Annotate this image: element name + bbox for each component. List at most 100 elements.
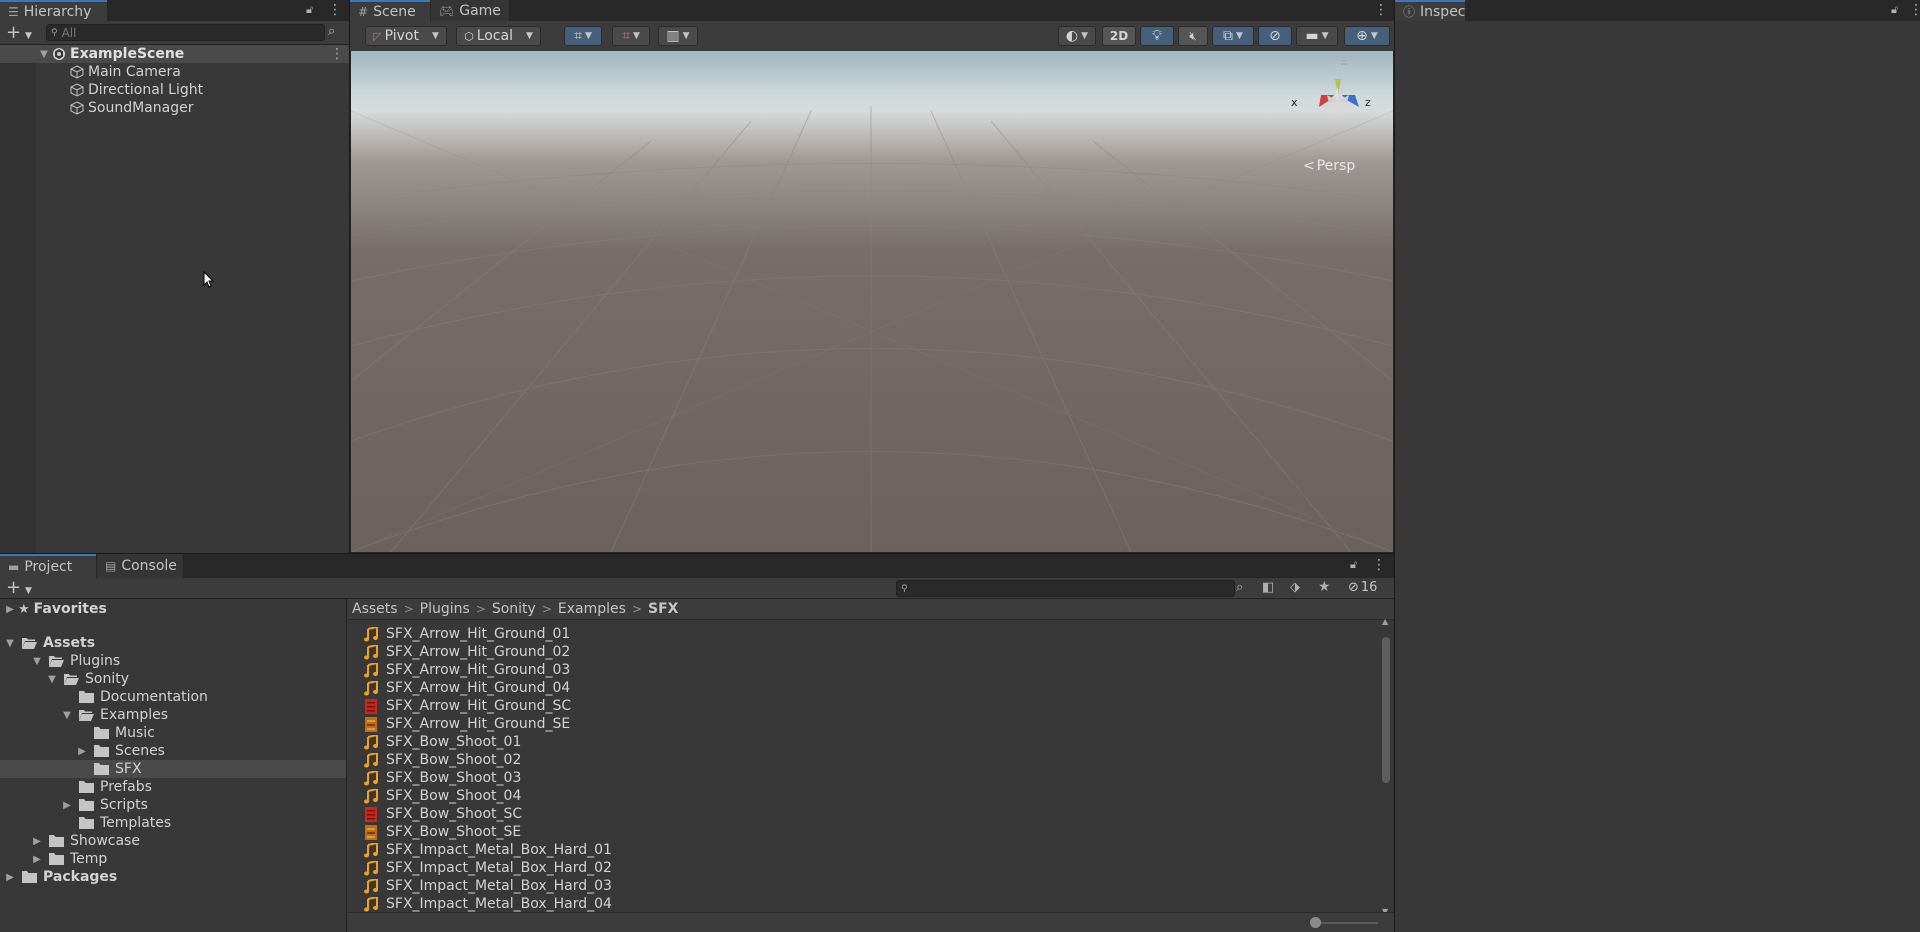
folder-row[interactable]: Music [0,724,346,742]
tab-hierarchy[interactable]: ☰ Hierarchy [0,0,107,21]
chevron-down-icon[interactable]: ▼ [25,582,32,597]
folder-row[interactable]: Documentation [0,688,346,706]
scene-more-icon[interactable]: ⋮ [330,46,344,62]
scene-viewport[interactable]: y x z < Persp [351,51,1393,552]
breadcrumb-separator: > [403,602,414,616]
folder-row[interactable]: ▼ Sonity [0,670,346,688]
breadcrumb-item[interactable]: Assets [352,601,398,617]
lock-icon[interactable]: 🔓︎ [1891,3,1898,17]
folder-row[interactable]: ▶ Scenes [0,742,346,760]
scrollbar-thumb[interactable] [1382,637,1390,783]
favorites-row[interactable]: ▶ ★ Favorites [0,600,346,618]
expand-arrow-icon[interactable]: ▶ [4,872,16,883]
more-options-icon[interactable]: ⋮ [1372,557,1386,573]
folder-row[interactable]: SFX [0,760,346,778]
file-row[interactable]: SFX_Impact_Metal_Box_Hard_01 [364,841,612,859]
search-placeholder: All [61,25,77,40]
favorite-star-icon[interactable]: ★ [1318,579,1331,595]
expand-arrow-icon[interactable]: ▼ [61,710,73,721]
gizmos-dropdown[interactable]: ⊕ ▼ [1344,26,1390,46]
assets-row[interactable]: ▼ Assets [0,634,346,652]
more-options-icon[interactable]: ⋮ [328,2,342,18]
scene-row[interactable]: ▼ ExampleScene ⋮ [0,45,349,63]
lighting-toggle[interactable]: 💡︎ [1140,26,1174,46]
filter-by-type-icon[interactable]: ◧ [1262,580,1274,595]
folder-label: SFX [115,761,142,777]
grid-snap-toggle[interactable]: ⌗ ▼ [564,26,602,46]
file-row[interactable]: SFX_Impact_Metal_Box_Hard_03 [364,877,612,895]
more-options-icon[interactable]: ⋮ [1374,2,1388,18]
expand-arrow-icon[interactable]: ▶ [61,800,73,811]
search-icon: ⚲ [51,27,58,38]
packages-row[interactable]: ▶ Packages [0,868,346,886]
expand-arrow-icon[interactable]: ▼ [46,674,58,685]
breadcrumb-item[interactable]: Examples [558,601,626,617]
folder-row[interactable]: ▶ Showcase [0,832,346,850]
search-filter-icon[interactable]: ⌕ [328,24,335,39]
create-icon[interactable]: + [6,577,21,598]
more-options-icon[interactable]: ⋮ [1909,2,1920,18]
pivot-dropdown[interactable]: ◸ Pivot ▼ [365,26,447,46]
label-tag-icon[interactable]: ⬗ [1290,580,1300,595]
audio-toggle[interactable]: 🔇︎ [1178,26,1208,46]
local-dropdown[interactable]: ⬡ Local ▼ [456,26,541,46]
folder-row[interactable]: ▶ Scripts [0,796,346,814]
folder-row[interactable]: Templates [0,814,346,832]
draw-mode-dropdown[interactable]: ◐ ▼ [1058,26,1096,46]
folder-row[interactable]: Prefabs [0,778,346,796]
file-row[interactable]: SFX_Impact_Metal_Box_Hard_02 [364,859,612,877]
breadcrumb-item[interactable]: SFX [648,601,678,617]
tab-inspector[interactable]: ⓘ Inspector [1395,0,1485,21]
tab-game[interactable]: 🎮︎ Game [431,0,509,21]
hierarchy-item[interactable]: Directional Light [0,81,349,99]
scroll-up-icon[interactable]: ▲ [1382,617,1388,626]
file-row[interactable]: SFX_Arrow_Hit_Ground_01 [364,625,570,643]
expand-arrow-icon[interactable]: ▼ [31,656,43,667]
hierarchy-item[interactable]: Main Camera [0,63,349,81]
expand-arrow-icon[interactable]: ▶ [31,854,43,865]
search-filter-icon[interactable]: ⌕ [1236,580,1243,595]
file-row[interactable]: SFX_Bow_Shoot_03 [364,769,521,787]
tab-project[interactable]: ▬ Project [0,554,96,578]
breadcrumb-item[interactable]: Plugins [420,601,470,617]
folder-row[interactable]: ▼ Examples [0,706,346,724]
expand-arrow-icon[interactable]: ▶ [76,746,88,757]
tab-scene[interactable]: # Scene [350,0,430,21]
expand-arrow-icon[interactable]: ▼ [38,49,50,60]
file-row[interactable]: SFX_Arrow_Hit_Ground_SC [364,697,571,715]
projection-toggle[interactable]: < Persp [1303,158,1355,174]
file-row[interactable]: SFX_Bow_Shoot_SC [364,805,522,823]
align-toggle[interactable]: ▥ ▼ [658,26,698,46]
expand-arrow-icon[interactable]: ▶ [4,604,16,615]
file-row[interactable]: SFX_Arrow_Hit_Ground_03 [364,661,570,679]
file-row[interactable]: SFX_Bow_Shoot_04 [364,787,521,805]
chevron-down-icon[interactable]: ▼ [25,27,32,42]
lock-icon[interactable]: 🔓︎ [306,3,313,17]
folder-row[interactable]: ▼ Plugins [0,652,346,670]
file-row[interactable]: SFX_Bow_Shoot_SE [364,823,521,841]
tab-console[interactable]: ▤ Console [97,554,183,578]
2d-toggle[interactable]: 2D [1102,26,1136,46]
hierarchy-search-input[interactable]: ⚲ All [46,24,325,41]
effects-dropdown[interactable]: ⧉ ▼ [1212,26,1254,46]
hierarchy-item[interactable]: SoundManager [0,99,349,117]
file-row[interactable]: SFX_Arrow_Hit_Ground_SE [364,715,570,733]
lock-icon[interactable]: 🔓︎ [1350,558,1357,572]
hidden-packages-toggle[interactable]: ⊘ 16 [1348,580,1377,595]
expand-arrow-icon[interactable]: ▶ [31,836,43,847]
increment-snap-toggle[interactable]: ⌗ ▼ [612,26,650,46]
file-row[interactable]: SFX_Arrow_Hit_Ground_02 [364,643,570,661]
hidden-objects-toggle[interactable]: ⊘ [1258,26,1292,46]
breadcrumb-item[interactable]: Sonity [492,601,536,617]
project-search-input[interactable]: ⚲ [896,580,1235,597]
add-icon[interactable]: + [6,22,21,43]
file-row[interactable]: SFX_Arrow_Hit_Ground_04 [364,679,570,697]
file-list-scrollbar[interactable]: ▲ ▼ [1381,617,1391,916]
camera-dropdown[interactable]: ▬ ▼ [1296,26,1338,46]
file-row[interactable]: SFX_Impact_Metal_Box_Hard_04 [364,895,612,913]
file-row[interactable]: SFX_Bow_Shoot_01 [364,733,521,751]
file-row[interactable]: SFX_Bow_Shoot_02 [364,751,521,769]
expand-arrow-icon[interactable]: ▼ [4,638,16,649]
folder-row[interactable]: ▶ Temp [0,850,346,868]
icon-size-slider-handle[interactable] [1310,917,1321,928]
